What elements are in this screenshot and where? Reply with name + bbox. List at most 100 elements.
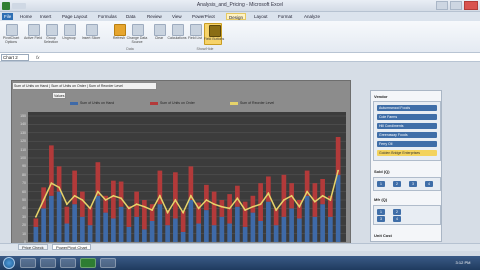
line-point[interactable]: [120, 197, 123, 200]
close-button[interactable]: [464, 1, 478, 10]
slicer-item[interactable]: Autumnwood Foods: [377, 105, 437, 111]
bar-units-on-order[interactable]: [180, 210, 186, 232]
field-list-button[interactable]: Field List: [186, 23, 204, 45]
slicer-chip[interactable]: 3: [409, 181, 417, 187]
slicer-chip[interactable]: 3: [377, 216, 385, 222]
line-point[interactable]: [189, 194, 192, 197]
bar-units-on-hand[interactable]: [320, 204, 325, 242]
bar-units-on-hand[interactable]: [33, 226, 39, 242]
tab-review[interactable]: Review: [145, 13, 164, 20]
ungroup-button[interactable]: Ungroup: [60, 23, 78, 45]
bar-units-on-order[interactable]: [219, 200, 225, 217]
line-point[interactable]: [306, 190, 309, 193]
slicer-chip[interactable]: 1: [377, 181, 385, 187]
bar-units-on-order[interactable]: [250, 195, 256, 213]
line-point[interactable]: [96, 190, 99, 193]
bar-units-on-hand[interactable]: [80, 216, 85, 242]
bar-units-on-hand[interactable]: [304, 195, 310, 242]
slicer-chip[interactable]: 2: [393, 209, 401, 215]
tab-design[interactable]: Design: [226, 13, 247, 20]
sheet-tab-active[interactable]: PowerPivot Chart: [52, 244, 92, 250]
line-point[interactable]: [321, 194, 324, 197]
bar-units-on-hand[interactable]: [111, 218, 116, 242]
bar-units-on-order[interactable]: [204, 184, 209, 211]
bar-units-on-hand[interactable]: [328, 216, 333, 242]
line-point[interactable]: [73, 194, 76, 197]
line-point[interactable]: [244, 209, 247, 211]
bar-units-on-order[interactable]: [142, 200, 147, 230]
change-data-source-button[interactable]: Change Data Source: [127, 23, 147, 45]
bar-units-on-hand[interactable]: [227, 223, 232, 242]
group-selection-button[interactable]: Group Selection: [42, 23, 60, 45]
bar-units-on-hand[interactable]: [188, 200, 194, 242]
line-point[interactable]: [213, 203, 216, 206]
line-point[interactable]: [127, 207, 130, 210]
line-point[interactable]: [298, 205, 301, 208]
explorer-taskbar-icon[interactable]: [40, 258, 56, 268]
line-point[interactable]: [89, 207, 92, 210]
plot-area[interactable]: [28, 112, 346, 243]
tab-view[interactable]: View: [170, 13, 184, 20]
line-point[interactable]: [42, 199, 45, 201]
tab-home[interactable]: Home: [18, 13, 34, 20]
bar-units-on-hand[interactable]: [235, 206, 240, 242]
app-taskbar-icon[interactable]: [100, 258, 116, 268]
line-point[interactable]: [329, 199, 332, 201]
bar-units-on-hand[interactable]: [196, 223, 201, 242]
bar-units-on-hand[interactable]: [312, 216, 318, 242]
bar-units-on-order[interactable]: [235, 185, 240, 207]
slicer-item[interactable]: Ferry Oil: [377, 141, 437, 147]
bar-units-on-order[interactable]: [111, 180, 116, 219]
bar-units-on-order[interactable]: [335, 137, 341, 175]
line-point[interactable]: [58, 186, 61, 189]
bar-units-on-order[interactable]: [211, 191, 217, 226]
bar-units-on-hand[interactable]: [173, 218, 178, 242]
bar-units-on-hand[interactable]: [165, 225, 170, 242]
tab-layout[interactable]: Layout: [252, 13, 270, 20]
line-point[interactable]: [158, 194, 161, 197]
tab-file[interactable]: File: [2, 13, 14, 20]
bar-units-on-order[interactable]: [173, 172, 178, 219]
values-button[interactable]: Values: [52, 92, 66, 99]
bar-units-on-hand[interactable]: [87, 225, 93, 242]
line-point[interactable]: [228, 207, 231, 210]
bar-units-on-hand[interactable]: [49, 195, 54, 242]
slicer-chip[interactable]: 4: [393, 216, 401, 222]
line-point[interactable]: [337, 169, 340, 172]
line-point[interactable]: [251, 205, 254, 208]
bar-units-on-hand[interactable]: [281, 216, 287, 242]
fx-icon[interactable]: fx: [36, 55, 40, 60]
tab-formulas[interactable]: Formulas: [96, 13, 119, 20]
bar-units-on-hand[interactable]: [258, 221, 263, 242]
bar-units-on-order[interactable]: [242, 201, 248, 227]
line-point[interactable]: [275, 209, 278, 211]
line-point[interactable]: [135, 203, 138, 206]
bar-units-on-hand[interactable]: [56, 191, 62, 242]
line-point[interactable]: [112, 194, 115, 197]
bar-units-on-hand[interactable]: [211, 225, 217, 242]
line-point[interactable]: [205, 199, 208, 201]
bar-units-on-order[interactable]: [320, 179, 325, 205]
line-point[interactable]: [313, 200, 316, 203]
media-taskbar-icon[interactable]: [60, 258, 76, 268]
slicer-item[interactable]: Cole Farms: [377, 114, 437, 120]
line-point[interactable]: [143, 205, 146, 208]
line-point[interactable]: [34, 215, 37, 218]
line-point[interactable]: [50, 182, 53, 185]
start-button[interactable]: [3, 257, 15, 269]
bar-units-on-order[interactable]: [118, 181, 124, 207]
bar-units-on-hand[interactable]: [134, 216, 139, 242]
insert-slicer-button[interactable]: Insert Slicer: [82, 23, 100, 45]
bar-units-on-hand[interactable]: [149, 221, 155, 242]
line-point[interactable]: [197, 207, 200, 210]
bar-units-on-order[interactable]: [80, 191, 85, 217]
tab-analyze[interactable]: Analyze: [302, 13, 322, 20]
bar-units-on-hand[interactable]: [335, 174, 341, 242]
bar-units-on-hand[interactable]: [266, 201, 271, 242]
bar-units-on-hand[interactable]: [157, 204, 163, 242]
name-box[interactable]: Chart 2: [1, 54, 29, 61]
line-point[interactable]: [259, 203, 262, 206]
bar-units-on-hand[interactable]: [204, 210, 209, 242]
line-point[interactable]: [104, 199, 107, 201]
bar-units-on-hand[interactable]: [142, 229, 147, 242]
